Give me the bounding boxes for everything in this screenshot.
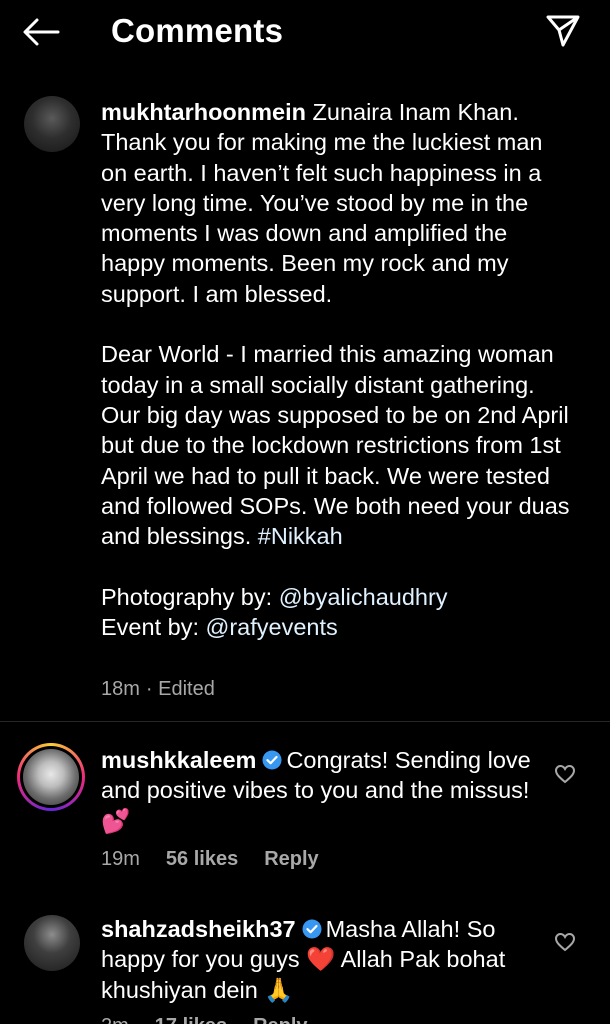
heart-icon[interactable] — [554, 932, 576, 952]
comment-text: shahzadsheikh37 Masha Allah! So happy for… — [101, 914, 546, 1005]
comment-time: 2m — [101, 1015, 129, 1024]
hashtag-link[interactable]: #Nikkah — [258, 523, 343, 549]
arrow-left-icon — [23, 18, 60, 46]
back-button[interactable] — [22, 14, 62, 50]
emoji: ❤️ — [306, 946, 336, 973]
page-title: Comments — [111, 12, 284, 49]
caption-username[interactable]: mukhtarhoonmein — [101, 99, 306, 125]
event-credit-link[interactable]: @rafyevents — [206, 614, 338, 640]
paper-plane-icon — [546, 15, 580, 47]
likes-count[interactable]: 56 likes — [166, 848, 238, 870]
comment-meta: 2m 17 likes Reply — [101, 1015, 334, 1024]
emoji: 🙏 — [264, 976, 294, 1003]
heart-icon[interactable] — [554, 764, 576, 784]
caption-time: 18m — [101, 678, 140, 700]
caption-paragraph-1: Zunaira Inam Khan. Thank you for making … — [101, 99, 543, 307]
reply-button[interactable]: Reply — [264, 848, 318, 870]
share-button[interactable] — [544, 12, 582, 50]
verified-badge-icon — [262, 750, 282, 770]
header-bar: Comments — [0, 0, 610, 66]
verified-badge-icon — [302, 919, 322, 939]
caption-meta: 18m · Edited — [101, 678, 241, 701]
photo-credit-label: Photography by: — [101, 583, 279, 610]
likes-count[interactable]: 17 likes — [155, 1015, 227, 1024]
avatar[interactable] — [24, 915, 80, 971]
caption-text: mukhtarhoonmein Zunaira Inam Khan. Thank… — [101, 97, 571, 642]
comment-meta: 19m 56 likes Reply — [101, 848, 345, 871]
divider — [0, 721, 610, 722]
event-credit-label: Event by: — [101, 614, 206, 641]
comment-username[interactable]: mushkkaleem — [101, 747, 256, 773]
comment-text: mushkkaleem Congrats! Sending love and po… — [101, 745, 546, 836]
reply-button[interactable]: Reply — [253, 1015, 307, 1024]
comment-username[interactable]: shahzadsheikh37 — [101, 916, 296, 942]
emoji: 💕 — [101, 807, 131, 834]
caption-paragraph-2: Dear World - I married this amazing woma… — [101, 341, 570, 550]
avatar[interactable] — [24, 96, 80, 152]
edited-label: · Edited — [145, 678, 215, 700]
photo-credit-link[interactable]: @byalichaudhry — [279, 584, 448, 610]
comment-time: 19m — [101, 848, 140, 870]
avatar[interactable] — [17, 743, 85, 811]
